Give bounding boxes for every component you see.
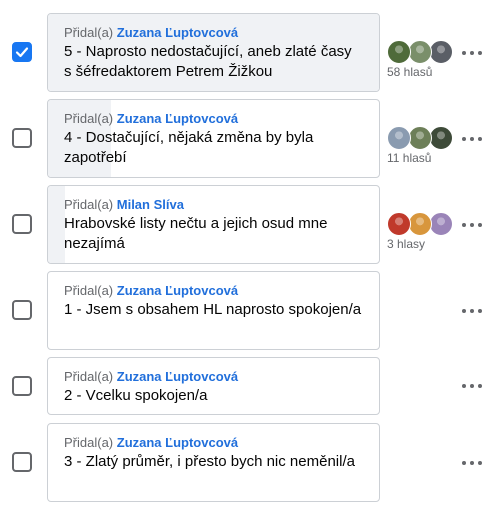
more-options-dot <box>462 136 466 141</box>
more-options-dot <box>462 50 466 55</box>
added-by-line: Přidal(a) Zuzana Ľuptovcová <box>64 369 363 385</box>
poll-option-card[interactable]: Přidal(a) Zuzana Ľuptovcová 1 - Jsem s ob… <box>47 271 380 350</box>
more-options-icon[interactable] <box>460 132 484 146</box>
author-link[interactable]: Zuzana Ľuptovcová <box>117 25 238 40</box>
poll-option-card[interactable]: Přidal(a) Zuzana Ľuptovcová 4 - Dostačují… <box>47 99 380 178</box>
author-link[interactable]: Milan Slíva <box>117 197 184 212</box>
added-by-line: Přidal(a) Zuzana Ľuptovcová <box>64 283 363 299</box>
poll-option-text: 3 - Zlatý průměr, i přesto bych nic nemě… <box>64 453 355 470</box>
voters-summary[interactable]: 3 hlasy <box>387 212 457 251</box>
avatar <box>429 40 453 64</box>
avatar <box>387 212 411 236</box>
poll-option-card[interactable]: Přidal(a) Zuzana Ľuptovcová 5 - Naprosto … <box>47 13 380 92</box>
poll-option-text: 4 - Dostačující, nějaká změna by byla za… <box>64 129 314 166</box>
more-options-dot <box>470 308 474 313</box>
poll-option-checkbox[interactable] <box>12 300 32 320</box>
added-by-line: Přidal(a) Zuzana Ľuptovcová <box>64 435 363 451</box>
more-options-dot <box>462 308 466 313</box>
more-options-dot <box>470 384 474 388</box>
avatar <box>408 126 432 150</box>
more-options-icon[interactable] <box>460 46 484 60</box>
avatar <box>387 40 411 64</box>
added-by-label: Přidal(a) <box>64 435 114 450</box>
added-by-line: Přidal(a) Zuzana Ľuptovcová <box>64 25 363 41</box>
author-link[interactable]: Zuzana Ľuptovcová <box>117 435 238 450</box>
poll-option-text: Hrabovské listy nečtu a jejich osud mne … <box>64 215 328 252</box>
added-by-label: Přidal(a) <box>64 197 114 212</box>
poll-option-text: 5 - Naprosto nedostačující, aneb zlaté č… <box>64 43 352 80</box>
more-options-dot <box>470 222 474 227</box>
added-by-line: Přidal(a) Zuzana Ľuptovcová <box>64 111 363 127</box>
avatar <box>429 212 453 236</box>
more-options-icon[interactable] <box>460 304 484 318</box>
poll-option-checkbox[interactable] <box>12 452 32 472</box>
more-options-dot <box>478 384 482 388</box>
avatar <box>408 40 432 64</box>
more-options-dot <box>478 136 482 141</box>
voter-avatars <box>387 126 457 150</box>
more-options-icon[interactable] <box>460 456 484 470</box>
author-link[interactable]: Zuzana Ľuptovcová <box>117 283 238 298</box>
poll-option-text: 1 - Jsem s obsahem HL naprosto spokojen/… <box>64 301 362 318</box>
poll-option-checkbox[interactable] <box>12 128 32 148</box>
poll-option-card[interactable]: Přidal(a) Zuzana Ľuptovcová 2 - Vcelku sp… <box>47 357 380 415</box>
more-options-icon[interactable] <box>460 379 484 393</box>
poll-option-checkbox[interactable] <box>12 376 32 396</box>
avatar <box>408 212 432 236</box>
voters-summary[interactable]: 11 hlasů <box>387 126 457 165</box>
poll-option-text: 2 - Vcelku spokojen/a <box>64 387 208 404</box>
more-options-dot <box>462 460 466 465</box>
vote-count: 11 hlasů <box>387 151 432 165</box>
poll-option-checkbox[interactable] <box>12 214 32 234</box>
poll-option-card[interactable]: Přidal(a) Zuzana Ľuptovcová 3 - Zlatý prů… <box>47 423 380 502</box>
poll-option-card[interactable]: Přidal(a) Milan Slíva Hrabovské listy neč… <box>47 185 380 264</box>
check-icon <box>15 47 29 58</box>
more-options-dot <box>462 222 466 227</box>
voter-avatars <box>387 212 457 236</box>
more-options-dot <box>478 308 482 313</box>
avatar <box>429 126 453 150</box>
added-by-label: Přidal(a) <box>64 25 114 40</box>
added-by-label: Přidal(a) <box>64 369 114 384</box>
voters-summary[interactable]: 58 hlasů <box>387 40 457 79</box>
voter-avatars <box>387 40 457 64</box>
more-options-dot <box>478 460 482 465</box>
avatar <box>387 126 411 150</box>
more-options-dot <box>462 384 466 388</box>
more-options-icon[interactable] <box>460 218 484 232</box>
more-options-dot <box>470 136 474 141</box>
added-by-line: Přidal(a) Milan Slíva <box>64 197 363 213</box>
added-by-label: Přidal(a) <box>64 283 114 298</box>
author-link[interactable]: Zuzana Ľuptovcová <box>117 369 238 384</box>
more-options-dot <box>470 460 474 465</box>
poll-option-checkbox[interactable] <box>12 42 32 62</box>
more-options-dot <box>478 50 482 55</box>
vote-count: 58 hlasů <box>387 65 433 79</box>
added-by-label: Přidal(a) <box>64 111 114 126</box>
more-options-dot <box>478 222 482 227</box>
more-options-dot <box>470 50 474 55</box>
author-link[interactable]: Zuzana Ľuptovcová <box>117 111 238 126</box>
vote-count: 3 hlasy <box>387 237 426 251</box>
